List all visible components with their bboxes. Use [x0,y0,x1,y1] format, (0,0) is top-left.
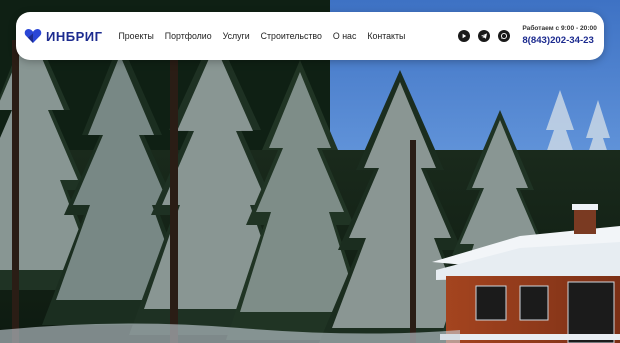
nav-item-services[interactable]: Услуги [223,31,250,41]
brand-name: ИНБРИГ [46,28,103,44]
nav-item-portfolio[interactable]: Портфолио [165,31,212,41]
nav-item-contacts[interactable]: Контакты [367,31,405,41]
nav-item-construction[interactable]: Строительство [261,31,322,41]
telegram-icon[interactable] [478,30,491,42]
youtube-icon[interactable] [458,30,471,42]
working-hours: Работаем с 9:00 - 20:00 [522,25,597,33]
whatsapp-icon[interactable] [498,30,511,42]
nav-item-about[interactable]: О нас [333,31,356,41]
social-links [458,30,518,42]
site-header: ИНБРИГ Проекты Портфолио Услуги Строител… [16,12,604,60]
phone-link[interactable]: 8(843)202-34-23 [522,36,597,46]
brand-logo-link[interactable]: ИНБРИГ [24,27,102,45]
contact-block: Работаем с 9:00 - 20:00 8(843)202-34-23 [522,26,597,45]
heart-logo-icon [24,29,42,43]
main-nav: Проекты Портфолио Услуги Строительство О… [118,31,416,41]
nav-item-projects[interactable]: Проекты [118,31,153,41]
